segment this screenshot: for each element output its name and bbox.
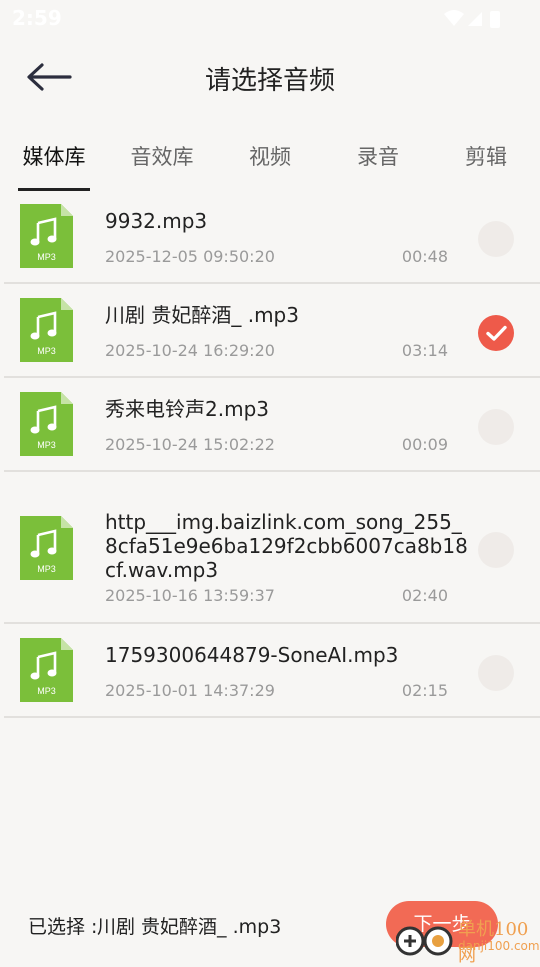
file-date: 2025-12-05 09:50:20 (105, 247, 275, 266)
svg-text:MP3: MP3 (37, 686, 56, 696)
file-date: 2025-10-24 16:29:20 (105, 341, 275, 360)
divider (4, 716, 540, 718)
file-date: 2025-10-01 14:37:29 (105, 681, 275, 700)
select-radio[interactable] (478, 221, 514, 257)
list-item[interactable]: MP3 1759300644879-SoneAI.mp3 2025-10-01 … (0, 624, 540, 718)
selected-file-name: 川剧 贵妃醉酒_ .mp3 (97, 916, 282, 938)
tab-video[interactable]: 视频 (216, 132, 324, 190)
tab-media-library[interactable]: 媒体库 (0, 132, 108, 190)
header: 请选择音频 (0, 36, 540, 120)
watermark-logo-icon (396, 926, 453, 956)
svg-text:MP3: MP3 (37, 252, 56, 262)
list-item[interactable]: MP3 9932.mp3 2025-12-05 09:50:20 00:48 (0, 190, 540, 284)
selected-label: 已选择 : (28, 916, 98, 938)
svg-text:MP3: MP3 (37, 440, 56, 450)
file-name: 川剧 贵妃醉酒_ .mp3 (105, 303, 299, 327)
status-icons (444, 10, 500, 28)
file-date: 2025-10-24 15:02:22 (105, 435, 275, 454)
status-bar: 2:59 (0, 0, 540, 36)
file-name: 1759300644879-SoneAI.mp3 (105, 643, 399, 667)
file-name: 秀来电铃声2.mp3 (105, 397, 269, 421)
list-item[interactable]: MP3 http___img.baizlink.com_song_255_ 8c… (0, 472, 540, 624)
watermark: 单机100网 danji100.com (396, 905, 540, 966)
battery-icon (490, 11, 500, 28)
select-radio[interactable] (478, 532, 514, 568)
tab-sound-effects[interactable]: 音效库 (108, 132, 216, 190)
svg-text:MP3: MP3 (37, 346, 56, 356)
music-file-icon: MP3 (20, 638, 73, 702)
select-radio[interactable] (478, 409, 514, 445)
signal-icon (468, 12, 482, 26)
list-item[interactable]: MP3 秀来电铃声2.mp3 2025-10-24 15:02:22 00:09 (0, 378, 540, 472)
page-title: 请选择音频 (204, 66, 335, 96)
file-duration: 00:48 (401, 247, 448, 266)
file-name: http___img.baizlink.com_song_255_ (105, 510, 462, 534)
status-time: 2:59 (12, 6, 62, 30)
tab-recording[interactable]: 录音 (324, 132, 432, 190)
file-name: 9932.mp3 (105, 209, 208, 233)
list-item[interactable]: MP3 川剧 贵妃醉酒_ .mp3 2025-10-24 16:29:20 03… (0, 284, 540, 378)
file-duration: 00:09 (401, 435, 448, 454)
checkmark-icon (486, 325, 507, 341)
wifi-icon (444, 10, 464, 26)
file-name-line-2: 8cfa51e9e6ba129f2cbb6007ca8b18 (105, 534, 468, 558)
music-file-icon: MP3 (20, 298, 73, 362)
select-radio-checked[interactable] (478, 315, 514, 351)
file-name-line-3: cf.wav.mp3 (105, 558, 219, 582)
file-duration: 03:14 (401, 341, 448, 360)
file-date: 2025-10-16 13:59:37 (105, 586, 275, 605)
select-radio[interactable] (478, 655, 514, 691)
file-duration: 02:40 (401, 586, 448, 605)
tab-bar: 媒体库 音效库 视频 录音 剪辑 (0, 132, 540, 192)
music-file-icon: MP3 (20, 516, 73, 580)
music-file-icon: MP3 (20, 392, 73, 456)
watermark-url: danji100.com (458, 939, 540, 953)
svg-text:MP3: MP3 (37, 564, 56, 574)
file-duration: 02:15 (401, 681, 448, 700)
tab-editing[interactable]: 剪辑 (432, 132, 540, 190)
music-file-icon: MP3 (20, 204, 73, 268)
